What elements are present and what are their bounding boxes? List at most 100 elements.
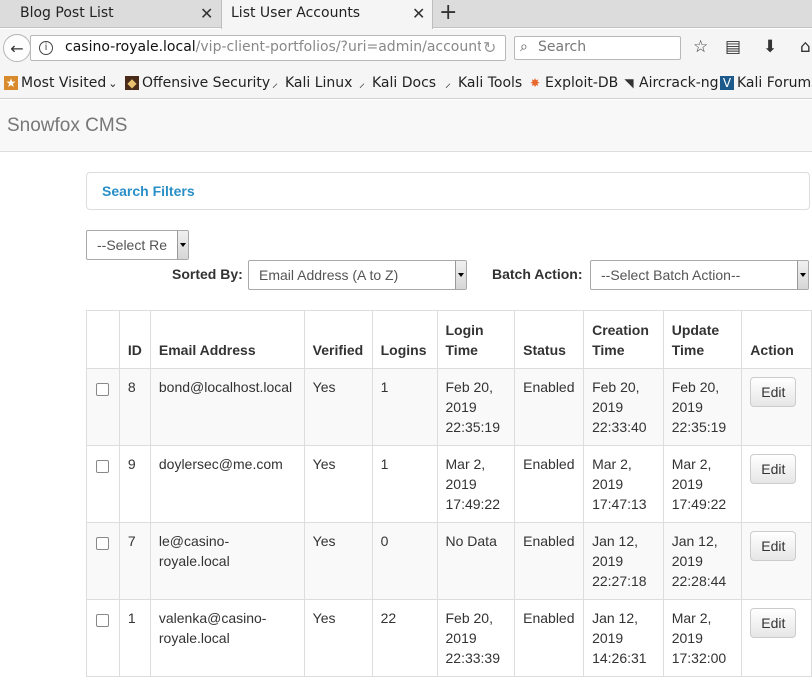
date-text: Mar 2,	[445, 456, 486, 472]
url-domain: casino-royale.local	[65, 39, 196, 55]
bookmark-label: Kali Forums	[737, 75, 812, 91]
brand-logo[interactable]: Snowfox CMS	[7, 115, 127, 137]
cell-update-time: Mar 2, 2019 17:49:22	[662, 445, 743, 523]
tab-blog-post-list[interactable]: Blog Post List ✕	[0, 0, 220, 28]
search-icon: ⌕	[520, 39, 528, 55]
date-text: 17:47:13	[592, 496, 647, 512]
date-text: No Data	[445, 533, 497, 549]
reading-list-icon[interactable]: ▤	[725, 38, 741, 56]
cell-email: le@casino-royale.local	[149, 522, 305, 600]
cell-action: Edit	[741, 445, 812, 523]
edit-button[interactable]: Edit	[750, 377, 797, 407]
header-update-time[interactable]: Update Time	[662, 310, 743, 369]
tab-list-user-accounts[interactable]: List User Accounts ✕	[221, 0, 433, 29]
cell-login-time: Feb 20, 2019 22:35:19	[436, 368, 516, 446]
header-id[interactable]: ID	[118, 310, 151, 369]
date-text: 22:35:19	[671, 419, 727, 435]
row-checkbox[interactable]	[96, 460, 109, 473]
row-checkbox[interactable]	[96, 383, 109, 396]
bookmark-kali-forums[interactable]: V Kali Forums	[720, 75, 812, 91]
cell-logins: 22	[371, 599, 438, 677]
row-checkbox[interactable]	[96, 614, 109, 627]
role-select[interactable]: --Select Re	[86, 230, 189, 260]
back-arrow-icon[interactable]: ←	[3, 34, 31, 62]
edit-button[interactable]: Edit	[750, 454, 797, 484]
kali-icon: ⸝	[271, 76, 278, 90]
chevron-down-icon: ⌄	[108, 76, 118, 90]
date-text: 2019	[445, 630, 477, 646]
date-text: 2019	[671, 553, 703, 569]
header-status[interactable]: Status	[514, 310, 585, 369]
cell-login-time: Feb 20, 2019 22:33:39	[436, 599, 516, 677]
sorted-by-label: Sorted By:	[172, 266, 243, 282]
cell-logins: 1	[371, 368, 438, 446]
batch-action-select[interactable]: --Select Batch Action--	[590, 260, 809, 290]
offsec-icon: ◆	[125, 76, 139, 90]
cell-id: 8	[118, 368, 151, 446]
date-text: Feb 20,	[671, 379, 720, 395]
cell-logins: 1	[371, 445, 438, 523]
cell-id: 1	[118, 599, 151, 677]
bookmark-offensive-security[interactable]: ◆ Offensive Security	[125, 75, 270, 91]
row-select-cell	[86, 368, 120, 446]
date-text: 2019	[592, 399, 624, 415]
edit-button[interactable]: Edit	[750, 608, 797, 638]
cell-email: valenka@casino-royale.local	[149, 599, 305, 677]
cell-status: Enabled	[514, 445, 585, 523]
chevron-down-icon	[177, 231, 188, 259]
close-icon[interactable]: ✕	[200, 4, 213, 23]
bookmark-star-icon[interactable]: ☆	[693, 38, 708, 56]
app-header: Snowfox CMS	[0, 100, 812, 152]
sort-select[interactable]: Email Address (A to Z)	[248, 260, 467, 290]
header-email[interactable]: Email Address	[149, 310, 305, 369]
cell-status: Enabled	[514, 368, 585, 446]
email-text: royale.local	[158, 553, 230, 569]
user-accounts-table: ID Email Address Verified Logins Login Ti…	[86, 310, 812, 677]
info-icon[interactable]: i	[39, 41, 53, 55]
url-bar[interactable]: i casino-royale.local/vip-client-portfol…	[30, 35, 506, 61]
email-text: le@casino-	[158, 533, 230, 549]
cell-creation-time: Mar 2, 2019 17:47:13	[583, 445, 664, 523]
row-checkbox[interactable]	[96, 537, 109, 550]
table-row: 1 valenka@casino-royale.local Yes 22 Feb…	[86, 599, 812, 677]
date-text: 2019	[592, 553, 624, 569]
date-text: Feb 20,	[445, 379, 493, 395]
bookmark-label: Exploit-DB	[545, 75, 619, 91]
url-text[interactable]: casino-royale.local/vip-client-portfolio…	[65, 39, 481, 55]
header-action: Action	[741, 310, 812, 369]
date-text: 22:33:39	[445, 650, 501, 666]
cell-id: 7	[118, 522, 151, 600]
search-input[interactable]: ⌕ Search	[514, 36, 681, 60]
home-icon[interactable]: ⌂	[800, 38, 811, 56]
header-text: Login	[445, 322, 484, 338]
cell-update-time: Mar 2, 2019 17:32:00	[662, 599, 743, 677]
cell-verified: Yes	[303, 445, 373, 523]
bookmark-aircrack-ng[interactable]: ◥ Aircrack-ng	[622, 75, 719, 91]
bookmark-kali-docs[interactable]: ⸝ Kali Docs	[355, 75, 436, 91]
chevron-down-icon	[797, 261, 808, 289]
bookmark-most-visited[interactable]: ★ Most Visited ⌄	[4, 75, 117, 91]
cell-creation-time: Jan 12, 2019 14:26:31	[583, 599, 664, 677]
cell-creation-time: Feb 20, 2019 22:33:40	[583, 368, 664, 446]
date-text: Mar 2,	[671, 610, 712, 626]
header-text: Update	[671, 322, 720, 338]
edit-button[interactable]: Edit	[750, 531, 797, 561]
search-filters-toggle[interactable]: Search Filters	[102, 183, 195, 199]
email-text: doylersec@me.com	[158, 456, 283, 472]
bookmark-kali-tools[interactable]: ⸝ Kali Tools	[441, 75, 522, 91]
bookmark-exploit-db[interactable]: ✸ Exploit-DB	[528, 75, 618, 91]
table-row: 9 doylersec@me.com Yes 1 Mar 2, 2019 17:49…	[86, 445, 812, 523]
header-creation-time[interactable]: Creation Time	[583, 310, 664, 369]
role-select-value: --Select Re	[97, 237, 168, 253]
bookmark-label: Kali Tools	[458, 75, 523, 91]
bookmark-label: Aircrack-ng	[639, 75, 719, 91]
downloads-icon[interactable]: ⬇	[763, 38, 777, 56]
search-placeholder: Search	[538, 39, 587, 55]
header-verified[interactable]: Verified	[303, 310, 373, 369]
new-tab-icon[interactable]: +	[439, 1, 457, 25]
bookmark-kali-linux[interactable]: ⸝ Kali Linux	[268, 75, 352, 91]
close-icon[interactable]: ✕	[412, 4, 425, 23]
header-login-time[interactable]: Login Time	[436, 310, 516, 369]
header-logins[interactable]: Logins	[371, 310, 438, 369]
reload-icon[interactable]: ↻	[483, 38, 496, 57]
